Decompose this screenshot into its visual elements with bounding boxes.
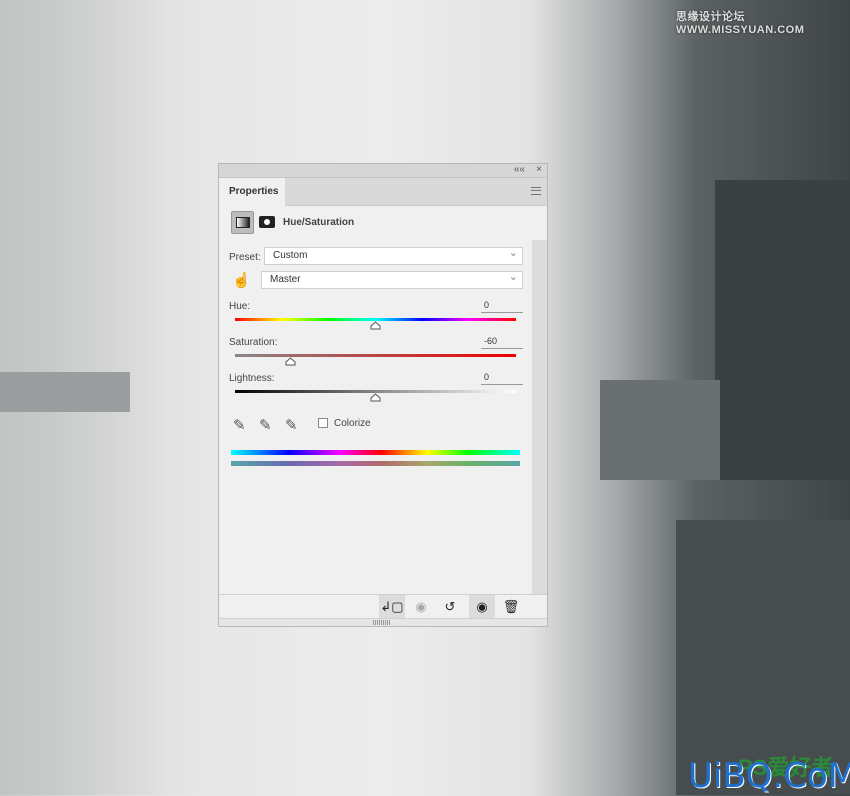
hue-label: Hue: <box>229 301 251 312</box>
tab-properties[interactable]: Properties <box>219 178 285 206</box>
properties-panel: «« × Properties Hue/Saturation Preset: C… <box>218 163 548 627</box>
adjustment-title: Hue/Saturation <box>283 217 355 228</box>
lightness-input[interactable]: 0 <box>481 372 523 385</box>
building <box>0 372 130 412</box>
collapse-icon[interactable]: «« <box>514 164 525 175</box>
mask-icon[interactable] <box>259 216 275 228</box>
adjustment-icon[interactable] <box>231 211 254 234</box>
watermark-top: 思缘设计论坛 WWW.MISSYUAN.COM <box>676 11 805 36</box>
panel-topbar: «« × <box>219 164 547 178</box>
clip-to-layer-icon[interactable]: ↲▢ <box>379 595 405 619</box>
scrollbar[interactable] <box>532 240 547 594</box>
building <box>715 180 850 480</box>
output-spectrum-bar <box>231 461 520 466</box>
close-icon[interactable]: × <box>536 164 542 175</box>
view-previous-icon[interactable]: ◉ <box>408 595 434 619</box>
lightness-slider-thumb[interactable] <box>370 393 381 402</box>
panel-menu-icon[interactable] <box>531 187 541 195</box>
saturation-input[interactable]: -60 <box>481 336 523 349</box>
reset-icon[interactable]: ↺ <box>437 595 463 619</box>
preset-label: Preset: <box>229 252 261 263</box>
hand-tool-icon[interactable]: ☝ <box>232 271 251 289</box>
hue-slider-thumb[interactable] <box>370 321 381 330</box>
channel-select[interactable]: Master <box>261 269 523 289</box>
colorize-label: Colorize <box>334 418 371 429</box>
building <box>600 380 720 480</box>
watermark-bottom: UiBQ.CoM <box>688 756 850 796</box>
saturation-slider-track[interactable] <box>235 354 516 357</box>
eyedropper-subtract-icon[interactable]: ✎ <box>285 416 298 434</box>
resize-grip[interactable] <box>219 618 547 626</box>
eyedropper-add-icon[interactable]: ✎ <box>259 416 272 434</box>
saturation-slider-thumb[interactable] <box>285 357 296 366</box>
preset-select[interactable]: Custom <box>264 245 523 265</box>
colorize-checkbox[interactable] <box>318 418 328 428</box>
input-spectrum-bar <box>231 450 520 455</box>
saturation-label: Saturation: <box>229 337 278 348</box>
eyedropper-icon[interactable]: ✎ <box>233 416 246 434</box>
hue-input[interactable]: 0 <box>481 300 523 313</box>
lightness-label: Lightness: <box>229 373 275 384</box>
visibility-eye-icon[interactable]: ◉ <box>469 595 495 619</box>
trash-icon[interactable]: 🗑 <box>498 595 524 619</box>
